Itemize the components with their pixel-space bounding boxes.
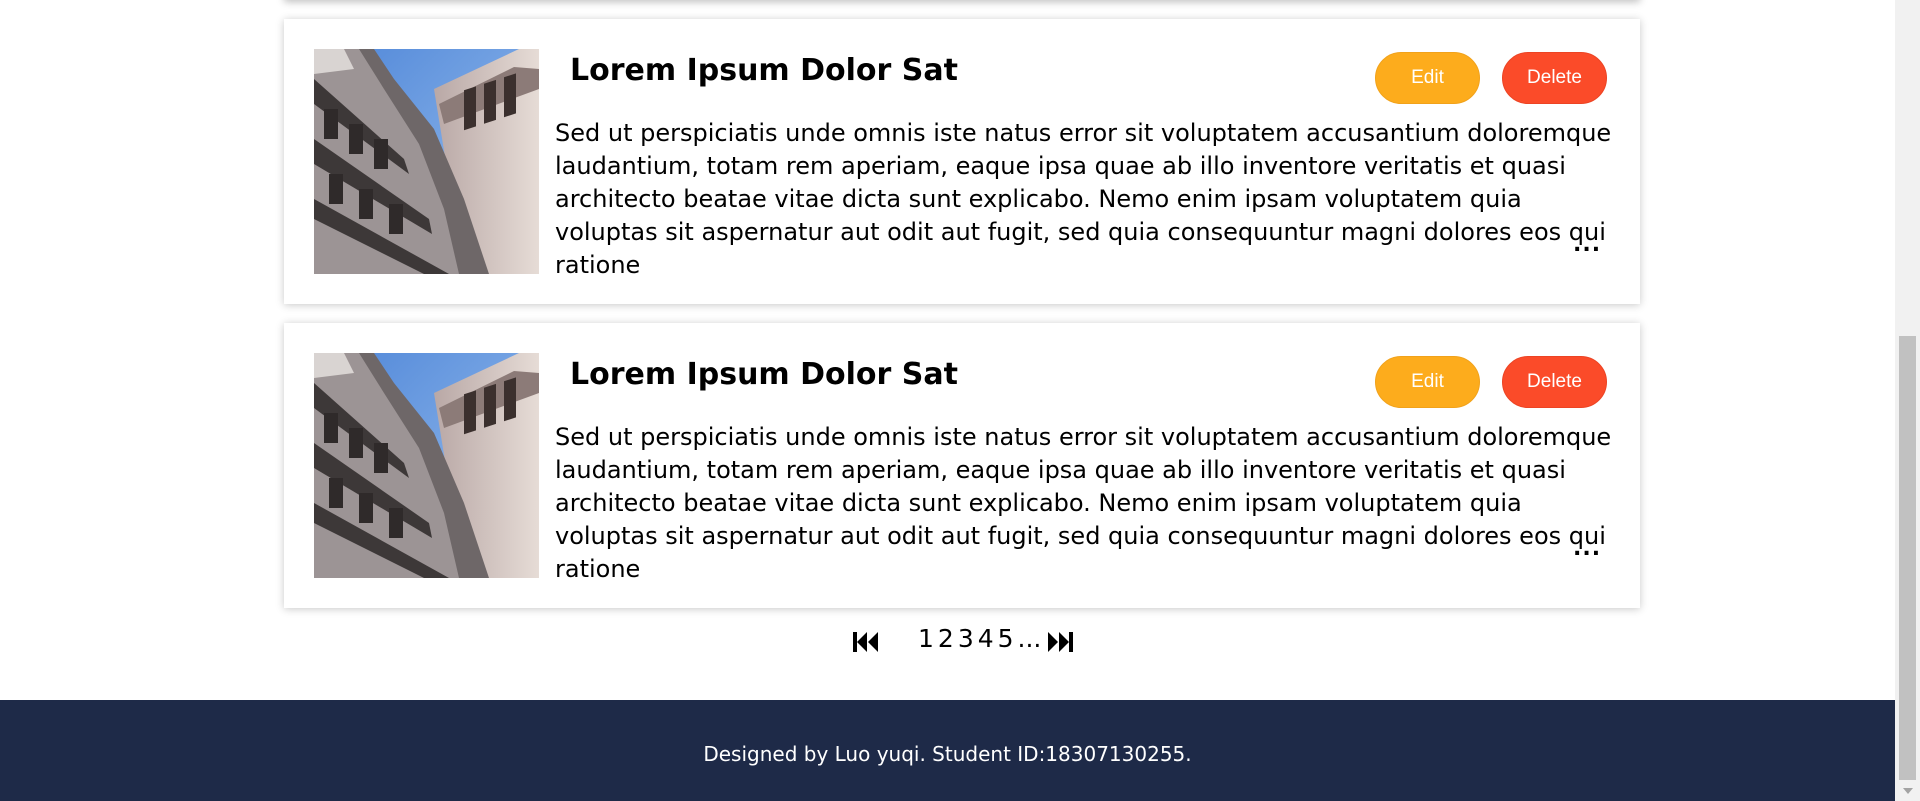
page-numbers: 1 2 3 4 5... xyxy=(918,624,1045,653)
cathedral-photo xyxy=(314,353,539,578)
card-description: Sed ut perspiciatis unde omnis iste natu… xyxy=(555,423,1612,583)
cathedral-image xyxy=(314,49,539,274)
page-link[interactable]: 1 xyxy=(918,624,934,653)
article-card: Lorem Ipsum Dolor Sat Edit Delete Sed ut… xyxy=(284,323,1640,608)
cathedral-image xyxy=(314,353,539,578)
read-more-ellipsis[interactable]: ... xyxy=(1573,536,1601,561)
last-page-icon[interactable] xyxy=(1046,631,1074,653)
delete-button[interactable]: Delete xyxy=(1502,356,1607,408)
scroll-down-arrow-icon[interactable] xyxy=(1895,784,1920,799)
page-link[interactable]: 5 xyxy=(998,624,1014,653)
read-more-ellipsis[interactable]: ... xyxy=(1573,232,1601,257)
edit-button[interactable]: Edit xyxy=(1375,356,1480,408)
page-link[interactable]: 2 xyxy=(938,624,954,653)
page-more: ... xyxy=(1017,624,1042,653)
edit-button[interactable]: Edit xyxy=(1375,52,1480,104)
card-title: Lorem Ipsum Dolor Sat xyxy=(570,357,958,392)
vertical-scrollbar[interactable] xyxy=(1895,0,1920,801)
cathedral-photo xyxy=(314,49,539,274)
footer: Designed by Luo yuqi. Student ID:1830713… xyxy=(0,700,1895,801)
first-page-icon[interactable] xyxy=(852,631,880,653)
delete-button[interactable]: Delete xyxy=(1502,52,1607,104)
article-card: Lorem Ipsum Dolor Sat Edit Delete Sed ut… xyxy=(284,19,1640,304)
pagination: 1 2 3 4 5... xyxy=(0,623,1895,659)
footer-credit: Designed by Luo yuqi. Student ID:1830713… xyxy=(703,742,1192,766)
card-title: Lorem Ipsum Dolor Sat xyxy=(570,53,958,88)
page: Lorem Ipsum Dolor Sat Edit Delete Sed ut… xyxy=(0,0,1920,801)
scrollbar-thumb[interactable] xyxy=(1899,336,1916,780)
viewport: Lorem Ipsum Dolor Sat Edit Delete Sed ut… xyxy=(0,0,1895,801)
card-description: Sed ut perspiciatis unde omnis iste natu… xyxy=(555,119,1612,279)
page-link[interactable]: 3 xyxy=(958,624,974,653)
page-link[interactable]: 4 xyxy=(978,624,994,653)
